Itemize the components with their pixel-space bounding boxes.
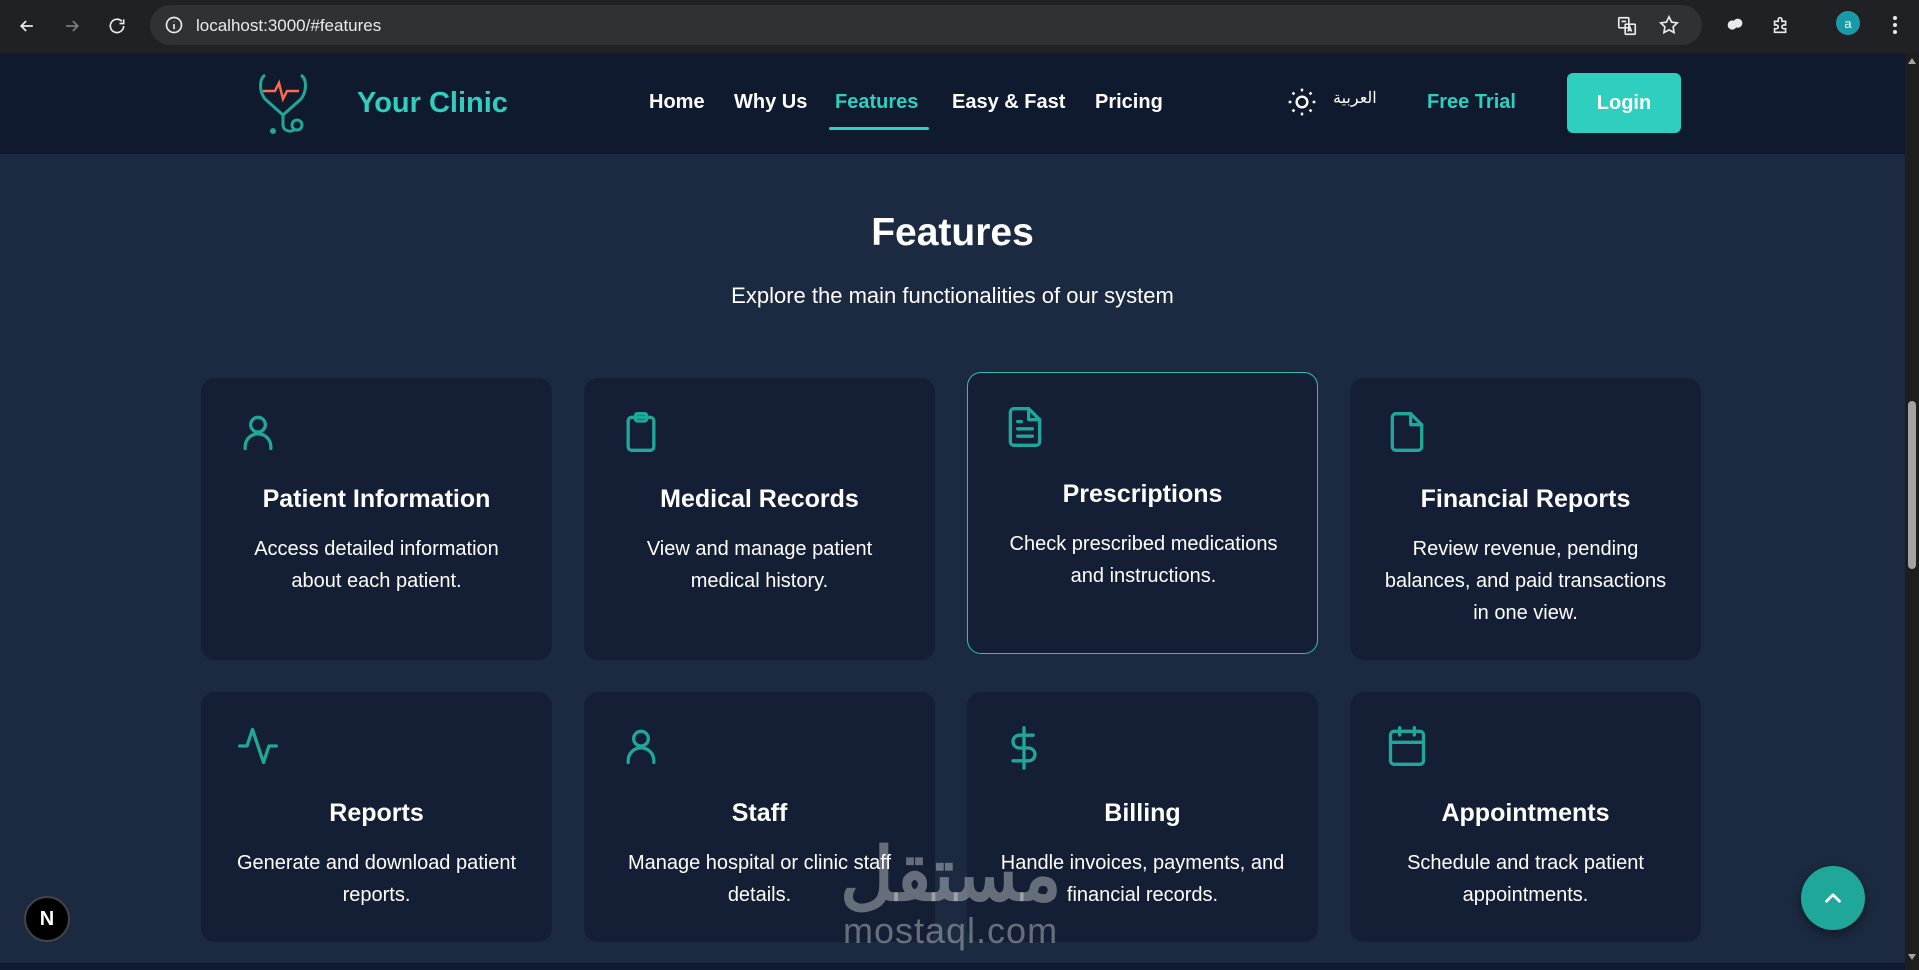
address-bar[interactable]: localhost:3000/#features	[150, 5, 1702, 45]
section-subtitle: Explore the main functionalities of our …	[731, 283, 1174, 308]
url-text: localhost:3000/#features	[196, 16, 382, 35]
user-icon	[617, 724, 665, 772]
feature-card-description: Schedule and track patient appointments.	[1407, 852, 1644, 906]
browser-toolbar: localhost:3000/#features a	[0, 0, 1919, 53]
puzzle-icon[interactable]	[1766, 10, 1796, 40]
activity-icon	[234, 724, 282, 772]
file-text-icon	[1001, 405, 1049, 453]
extension-icon[interactable]	[1720, 10, 1750, 40]
watermark-logo: مستقل	[840, 833, 1062, 916]
site-navbar: Your Clinic Home Why Us Features Easy & …	[0, 53, 1905, 154]
active-nav-indicator	[829, 127, 929, 130]
bookmark-star-icon[interactable]	[1658, 14, 1680, 41]
feature-card-title: Medical Records	[660, 485, 859, 513]
reload-icon[interactable]	[99, 8, 135, 44]
feature-card-patient-information[interactable]: Patient Information Access detailed info…	[201, 378, 552, 660]
brand-name[interactable]: Your Clinic	[357, 87, 508, 120]
stethoscope-logo-icon[interactable]	[255, 69, 311, 137]
chevron-up-icon	[1825, 893, 1841, 903]
feature-card-financial-reports[interactable]: Financial Reports Review revenue, pendin…	[1350, 378, 1701, 660]
feature-card-description: Check prescribed medications and instruc…	[1009, 533, 1278, 587]
page-bottom-edge	[0, 963, 1905, 970]
page-scrollbar[interactable]	[1905, 53, 1919, 970]
calendar-icon	[1383, 724, 1431, 772]
nav-link-home[interactable]: Home	[649, 91, 705, 114]
feature-card-appointments[interactable]: Appointments Schedule and track patient …	[1350, 692, 1701, 942]
free-trial-link[interactable]: Free Trial	[1427, 91, 1516, 114]
user-icon	[234, 410, 282, 458]
watermark-text: mostaql.com	[843, 910, 1059, 951]
feature-card-title: Appointments	[1441, 799, 1610, 827]
menu-dots-icon[interactable]	[1880, 10, 1910, 40]
login-button[interactable]: Login	[1567, 73, 1681, 133]
feature-card-medical-records[interactable]: Medical Records View and manage patient …	[584, 378, 935, 660]
nextjs-dev-badge[interactable]: N	[24, 896, 70, 942]
feature-card-title: Staff	[731, 799, 788, 827]
nav-link-pricing[interactable]: Pricing	[1095, 91, 1163, 114]
forward-icon[interactable]	[54, 8, 90, 44]
section-title: Features	[871, 211, 1034, 254]
scrollbar-thumb[interactable]	[1908, 401, 1916, 569]
feature-card-description: Review revenue, pending balances, and pa…	[1384, 538, 1667, 624]
feature-card-title: Patient Information	[262, 485, 491, 513]
nav-link-why-us[interactable]: Why Us	[734, 91, 807, 114]
feature-card-title: Reports	[329, 799, 424, 827]
feature-card-title: Prescriptions	[1062, 480, 1223, 508]
feature-card-title: Billing	[1104, 799, 1181, 827]
feature-card-description: Access detailed information about each p…	[254, 538, 499, 592]
back-icon[interactable]	[9, 8, 45, 44]
scroll-up-arrow-icon[interactable]	[1907, 57, 1917, 65]
profile-avatar[interactable]: a	[1836, 11, 1860, 35]
scroll-to-top-button[interactable]	[1801, 866, 1865, 930]
feature-card-title: Financial Reports	[1420, 485, 1631, 513]
scroll-down-arrow-icon[interactable]	[1907, 953, 1917, 961]
feature-card-reports[interactable]: Reports Generate and download patient re…	[201, 692, 552, 942]
feature-card-prescriptions[interactable]: Prescriptions Check prescribed medicatio…	[967, 372, 1318, 654]
dollar-sign-icon	[1000, 724, 1048, 772]
language-toggle[interactable]: العربية	[1333, 88, 1377, 108]
file-icon	[1383, 410, 1431, 458]
nav-link-features[interactable]: Features	[835, 91, 918, 114]
site-info-icon[interactable]	[164, 15, 184, 40]
feature-card-description: View and manage patient medical history.	[646, 538, 873, 592]
translate-icon[interactable]	[1616, 15, 1638, 42]
clipboard-icon	[617, 410, 665, 458]
nav-link-easy-fast[interactable]: Easy & Fast	[952, 91, 1065, 114]
sun-icon[interactable]	[1286, 86, 1318, 118]
feature-card-description: Generate and download patient reports.	[236, 852, 517, 906]
